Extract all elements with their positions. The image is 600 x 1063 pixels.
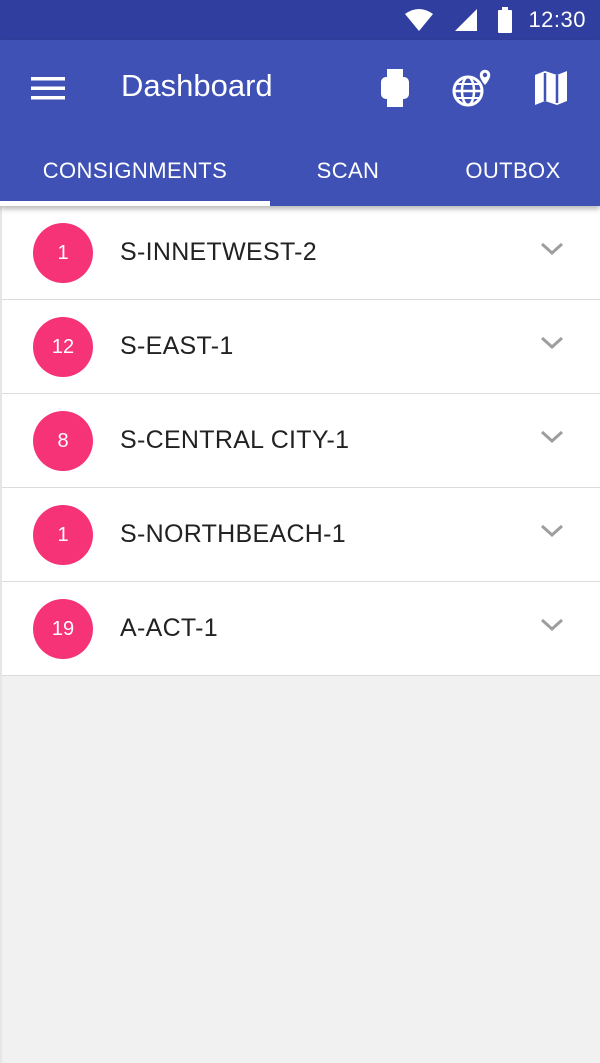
chevron-down-icon[interactable]: [540, 429, 564, 445]
hamburger-menu-icon: [31, 77, 65, 100]
tab-indicator: [0, 201, 270, 206]
chevron-down-icon[interactable]: [540, 335, 564, 351]
list-item[interactable]: 12 S-EAST-1: [2, 300, 600, 394]
list-item[interactable]: 1 S-INNETWEST-2: [2, 206, 600, 300]
status-time: 12:30: [528, 7, 586, 32]
status-bar: 12:30: [0, 0, 600, 40]
count-badge: 1: [33, 223, 93, 283]
count-badge: 8: [33, 411, 93, 471]
list-item[interactable]: 1 S-NORTHBEACH-1: [2, 488, 600, 582]
consignment-name: S-INNETWEST-2: [120, 238, 317, 266]
tab-label: CONSIGNMENTS: [42, 158, 228, 183]
tab-outbox[interactable]: OUTBOX: [426, 136, 600, 206]
watch-button[interactable]: [369, 62, 421, 114]
consignment-list: 1 S-INNETWEST-2 12 S-EAST-1 8 S-CENTRAL …: [2, 206, 600, 676]
app-bar: Dashboard CONSIGNMENTS SCAN OUTBOX: [0, 40, 600, 206]
toolbar: Dashboard: [0, 40, 600, 136]
tab-label: SCAN: [316, 158, 380, 183]
list-item[interactable]: 8 S-CENTRAL CITY-1: [2, 394, 600, 488]
status-icons: 12:30: [384, 0, 586, 40]
count-badge: 19: [33, 599, 93, 659]
count-badge: 1: [33, 505, 93, 565]
chevron-down-icon[interactable]: [540, 617, 564, 633]
count-badge: 12: [33, 317, 93, 377]
chevron-down-icon[interactable]: [540, 523, 564, 539]
globe-location-icon: [452, 68, 492, 107]
wifi-icon: [404, 8, 434, 32]
consignment-name: S-NORTHBEACH-1: [120, 520, 346, 548]
menu-button[interactable]: [22, 64, 74, 112]
consignment-name: A-ACT-1: [120, 614, 218, 642]
consignment-name: S-EAST-1: [120, 332, 234, 360]
globe-location-button[interactable]: [446, 62, 498, 114]
map-icon: [535, 71, 567, 105]
watch-icon: [381, 69, 409, 107]
signal-icon: [454, 8, 478, 32]
app-screen: 12:30 Dashboard CONSIGNMENTS SCAN OUTBOX…: [0, 0, 600, 1063]
tab-label: OUTBOX: [465, 158, 561, 183]
consignment-name: S-CENTRAL CITY-1: [120, 426, 350, 454]
map-button[interactable]: [525, 62, 577, 114]
list-item[interactable]: 19 A-ACT-1: [2, 582, 600, 676]
page-title: Dashboard: [121, 68, 273, 103]
tab-bar: CONSIGNMENTS SCAN OUTBOX: [0, 136, 600, 206]
tab-consignments[interactable]: CONSIGNMENTS: [0, 136, 270, 206]
tab-scan[interactable]: SCAN: [270, 136, 426, 206]
battery-icon: [498, 7, 513, 33]
chevron-down-icon[interactable]: [540, 241, 564, 257]
